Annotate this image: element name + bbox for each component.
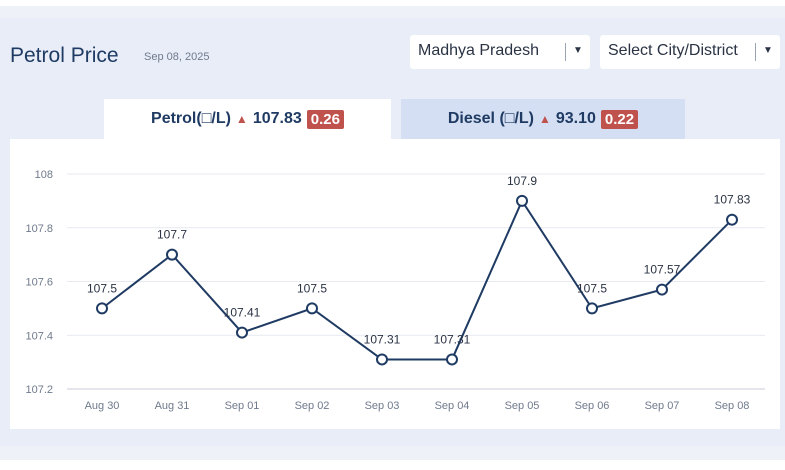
data-point bbox=[236, 326, 248, 339]
data-label: 107.41 bbox=[224, 306, 261, 320]
data-label: 107.57 bbox=[644, 263, 681, 277]
tab-petrol-change-badge: 0.26 bbox=[306, 109, 344, 129]
price-line-chart: 107.2 107.4 107.6 107.8 108 Aug 30 Aug 31 Sep 0… bbox=[25, 169, 765, 412]
chevron-down-icon[interactable]: ▼ bbox=[763, 45, 773, 56]
select-divider bbox=[565, 43, 566, 61]
tab-diesel-price: 93.10 bbox=[555, 110, 596, 127]
x-tick-label: Sep 04 bbox=[435, 400, 470, 412]
up-arrow-icon: ▲ bbox=[538, 112, 551, 126]
top-strip bbox=[0, 0, 785, 6]
data-point bbox=[376, 353, 388, 366]
data-label: 107.7 bbox=[157, 228, 187, 242]
city-select[interactable]: Select City/District ▼ bbox=[600, 35, 780, 69]
x-tick-label: Sep 02 bbox=[295, 400, 330, 412]
price-date: Sep 08, 2025 bbox=[144, 51, 210, 63]
y-tick-label: 107.4 bbox=[25, 330, 53, 342]
x-tick-label: Sep 03 bbox=[365, 400, 400, 412]
y-tick-label: 107.2 bbox=[25, 384, 53, 396]
data-label: 107.31 bbox=[434, 332, 471, 346]
data-point bbox=[96, 302, 108, 315]
data-label: 107.5 bbox=[87, 281, 117, 295]
chart-area: 107.2 107.4 107.6 107.8 108 Aug 30 Aug 31 Sep 0… bbox=[10, 139, 780, 429]
x-tick-label: Sep 01 bbox=[225, 400, 260, 412]
data-label: 107.83 bbox=[714, 193, 751, 207]
data-label: 107.5 bbox=[297, 281, 327, 295]
up-arrow-icon: ▲ bbox=[235, 112, 248, 126]
tab-petrol-price: 107.83 bbox=[252, 110, 302, 127]
tab-diesel-label: Diesel (□/L) bbox=[447, 110, 534, 127]
data-label: 107.5 bbox=[577, 281, 607, 295]
data-point bbox=[656, 283, 668, 296]
select-divider bbox=[755, 43, 756, 61]
tab-petrol[interactable]: Petrol(□/L) ▲ 107.83 0.26 bbox=[104, 99, 391, 139]
x-tick-label: Sep 08 bbox=[715, 400, 750, 412]
bottom-strip bbox=[0, 460, 785, 470]
tab-diesel-change-badge: 0.22 bbox=[600, 109, 639, 129]
city-select-value: Select City/District bbox=[608, 42, 738, 59]
x-tick-label: Aug 30 bbox=[85, 400, 120, 412]
chevron-down-icon[interactable]: ▼ bbox=[573, 45, 583, 56]
data-point bbox=[166, 248, 178, 261]
data-point bbox=[446, 353, 458, 366]
data-label: 107.31 bbox=[364, 332, 401, 346]
y-tick-label: 107.8 bbox=[25, 223, 53, 235]
state-select[interactable]: Madhya Pradesh ▼ bbox=[410, 35, 590, 69]
x-tick-label: Aug 31 bbox=[155, 400, 190, 412]
data-label: 107.9 bbox=[507, 174, 537, 188]
x-tick-label: Sep 05 bbox=[505, 400, 540, 412]
state-select-value: Madhya Pradesh bbox=[418, 42, 539, 59]
data-point bbox=[516, 194, 528, 207]
data-point bbox=[586, 302, 598, 315]
tab-petrol-label: Petrol(□/L) bbox=[151, 110, 231, 127]
x-tick-label: Sep 07 bbox=[645, 400, 680, 412]
x-tick-label: Sep 06 bbox=[575, 400, 610, 412]
data-point bbox=[726, 213, 738, 226]
y-tick-label: 108 bbox=[35, 169, 53, 181]
data-point bbox=[306, 302, 318, 315]
tab-diesel[interactable]: Diesel (□/L) ▲ 93.10 0.22 bbox=[401, 99, 685, 139]
y-tick-label: 107.6 bbox=[25, 277, 53, 289]
page-title: Petrol Price bbox=[10, 44, 119, 67]
